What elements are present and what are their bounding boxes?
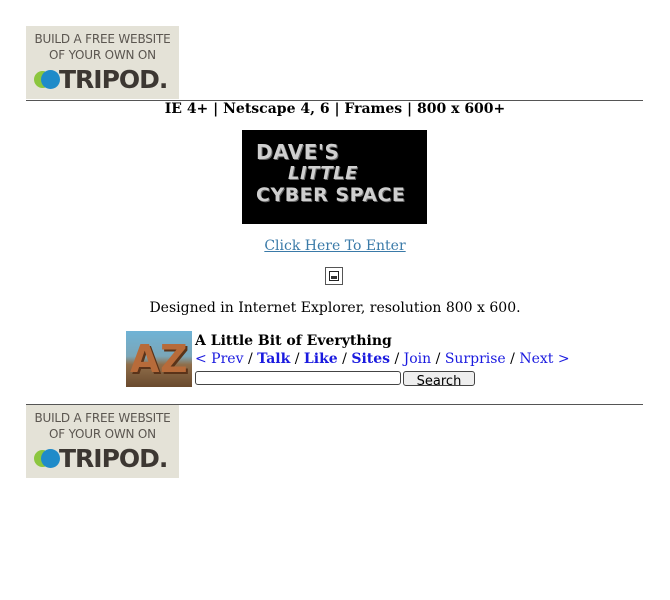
enter-link-row: Click Here To Enter — [0, 238, 670, 254]
search-button[interactable]: Search — [403, 371, 475, 386]
ad-line-2: OF YOUR OWN ON — [49, 48, 156, 62]
webring-nav: < Prev / Talk / Like / Sites / Join / Su… — [195, 351, 570, 367]
logo-letter: A — [130, 337, 160, 381]
ad-line-1: BUILD A FREE WEBSITE — [34, 32, 171, 46]
separator: / — [290, 351, 304, 367]
broken-image-icon[interactable] — [325, 267, 343, 285]
surprise-link[interactable]: Surprise — [445, 351, 506, 367]
tripod-ad-top[interactable]: BUILD A FREE WEBSITE OF YOUR OWN ON TRIP… — [26, 26, 179, 99]
talk-link[interactable]: Talk — [257, 351, 290, 367]
ad-line-1: BUILD A FREE WEBSITE — [34, 411, 171, 425]
prev-link[interactable]: < Prev — [195, 351, 244, 367]
tripod-ad-bottom[interactable]: BUILD A FREE WEBSITE OF YOUR OWN ON TRIP… — [26, 405, 179, 478]
separator: / — [337, 351, 352, 367]
webring-logo[interactable]: A Z — [126, 331, 192, 387]
logo-dot-icon — [41, 70, 60, 89]
designed-note: Designed in Internet Explorer, resolutio… — [149, 300, 521, 316]
sites-link[interactable]: Sites — [351, 351, 390, 367]
separator: / — [431, 351, 445, 367]
search-input[interactable] — [195, 371, 401, 385]
tripod-wordmark: TRIPOD. — [59, 444, 168, 473]
logo-dot-icon — [41, 449, 60, 468]
join-link[interactable]: Join — [404, 351, 432, 367]
logo-letter: Z — [160, 337, 188, 381]
separator: / — [390, 351, 404, 367]
next-link[interactable]: Next > — [519, 351, 569, 367]
separator: / — [243, 351, 258, 367]
banner-line-1: DAVE'S — [256, 140, 340, 164]
tripod-logo: TRIPOD. — [34, 65, 179, 94]
compatibility-line: IE 4+ | Netscape 4, 6 | Frames | 800 x 6… — [164, 101, 506, 117]
webring-title: A Little Bit of Everything — [195, 333, 392, 349]
tripod-wordmark: TRIPOD. — [59, 65, 168, 94]
banner-line-3: CYBER SPACE — [256, 184, 406, 206]
tripod-logo: TRIPOD. — [34, 444, 179, 473]
like-link[interactable]: Like — [304, 351, 338, 367]
separator: / — [505, 351, 520, 367]
webring: A Z A Little Bit of Everything < Prev / … — [126, 331, 570, 389]
ad-line-2: OF YOUR OWN ON — [49, 427, 156, 441]
enter-link[interactable]: Click Here To Enter — [264, 238, 405, 254]
banner-line-2: LITTLE — [288, 163, 358, 184]
site-banner: DAVE'S LITTLE CYBER SPACE — [242, 130, 427, 224]
